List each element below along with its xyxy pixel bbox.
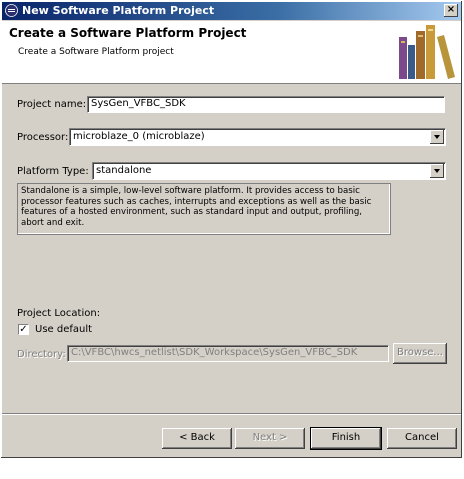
wizard-banner: Create a Software Platform Project Creat… <box>2 21 461 84</box>
back-button[interactable]: < Back <box>162 428 232 449</box>
chevron-down-icon[interactable] <box>430 164 444 178</box>
close-button[interactable]: × <box>444 4 458 17</box>
platform-type-value: standalone <box>96 165 152 176</box>
project-name-label: Project name: <box>17 99 87 110</box>
dialog-window: New Software Platform Project × Create a… <box>0 0 463 459</box>
processor-value: microblaze_0 (microblaze) <box>73 131 205 142</box>
project-location-heading: Project Location: <box>17 308 101 319</box>
button-separator <box>2 413 461 415</box>
directory-label: Directory: <box>17 349 66 360</box>
platform-description: Standalone is a simple, low-level softwa… <box>17 183 391 235</box>
title-bar[interactable]: New Software Platform Project × <box>2 2 461 20</box>
use-default-label[interactable]: Use default <box>35 324 92 335</box>
window-title: New Software Platform Project <box>22 4 215 17</box>
platform-type-label: Platform Type: <box>17 166 89 177</box>
chevron-down-icon[interactable] <box>430 130 444 144</box>
cancel-button[interactable]: Cancel <box>387 428 457 449</box>
platform-type-select[interactable]: standalone <box>92 162 446 180</box>
next-button[interactable]: Next > <box>235 428 305 449</box>
browse-button[interactable]: Browse... <box>393 343 447 364</box>
processor-select[interactable]: microblaze_0 (microblaze) <box>69 128 446 146</box>
directory-input[interactable]: C:\VFBC\hwcs_netlist\SDK_Workspace\SysGe… <box>67 345 389 362</box>
processor-label: Processor: <box>17 132 69 143</box>
books-icon <box>399 25 455 79</box>
wizard-subtitle: Create a Software Platform project <box>18 47 174 57</box>
project-name-input[interactable]: SysGen_VFBC_SDK <box>87 96 445 113</box>
finish-button[interactable]: Finish <box>310 427 382 450</box>
eclipse-app-icon <box>5 4 18 17</box>
use-default-checkbox[interactable]: ✓ <box>18 324 29 335</box>
close-icon: × <box>446 4 456 15</box>
checkmark-icon: ✓ <box>19 324 28 335</box>
wizard-title: Create a Software Platform Project <box>9 26 247 40</box>
